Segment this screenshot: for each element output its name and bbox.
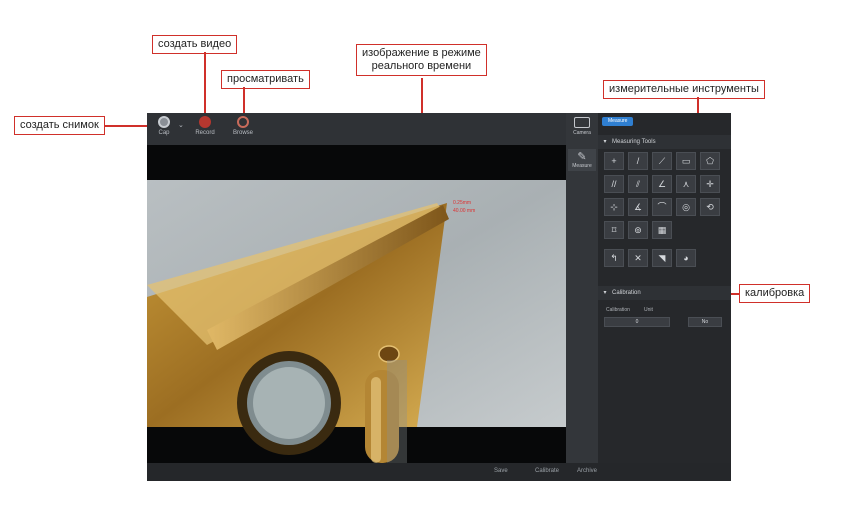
double-line-tool-button[interactable]: ⫽ xyxy=(628,175,648,193)
rotate-tool-button[interactable]: ⟲ xyxy=(700,198,720,216)
grid-tool-button[interactable]: ⊹ xyxy=(604,198,624,216)
browse-button[interactable]: Browse xyxy=(229,116,257,136)
callout-video-line xyxy=(204,52,206,116)
crosshair-icon: ✛ xyxy=(706,179,714,189)
panel-tag: Measure xyxy=(602,117,634,126)
callout-video: создать видео xyxy=(152,35,238,54)
double-line-icon: ⫽ xyxy=(635,179,640,189)
point-icon: + xyxy=(611,156,617,166)
angle-tool-button[interactable]: ∠ xyxy=(652,175,672,193)
bottom-bar: Save Calibrate Archive xyxy=(147,463,731,481)
arc-tool-button[interactable]: ⌒ xyxy=(652,198,672,216)
measure-tab-label: Measure xyxy=(572,163,592,169)
measuring-tools-header[interactable]: ▾ Measuring Tools xyxy=(598,135,731,149)
angle-icon: ∠ xyxy=(657,179,667,189)
callout-snapshot: создать снимок xyxy=(14,116,105,135)
polygon-tool-button[interactable]: ⬠ xyxy=(700,152,720,170)
circle-icon: ◎ xyxy=(682,202,690,212)
callout-live-image-line1: изображение в режиме xyxy=(362,47,481,59)
record-label: Record xyxy=(195,130,215,136)
browse-label: Browse xyxy=(232,130,253,136)
arc-angle-icon: ⋏ xyxy=(682,179,690,189)
app-window: Cap ⌄ Record Browse 0.25mm 40.00 mm Came… xyxy=(147,113,731,481)
point-tool-button[interactable]: + xyxy=(604,152,624,170)
callout-measuring-tools: измерительные инструменты xyxy=(603,80,765,99)
collapse-arrow-icon: ▾ xyxy=(603,290,607,296)
calibration-select[interactable]: No xyxy=(688,317,722,327)
record-button[interactable]: Record xyxy=(191,116,219,136)
table-tool-button[interactable]: ▦ xyxy=(652,221,672,239)
bottom-item-1[interactable]: Save xyxy=(494,468,508,474)
rectangle-icon: ▭ xyxy=(681,156,691,166)
angle-measure-tool-button[interactable]: ∡ xyxy=(628,198,648,216)
callout-calibration: калибровка xyxy=(739,284,811,303)
arc-icon: ⌒ xyxy=(657,202,667,212)
callout-browse: просматривать xyxy=(221,70,310,89)
polygon-icon: ⬠ xyxy=(706,156,714,166)
rectangle-tool-button[interactable]: ▭ xyxy=(676,152,696,170)
overlay-text-2: 40.00 mm xyxy=(453,208,476,214)
calibration-value-field[interactable]: 0 xyxy=(604,317,670,327)
top-toolbar: Cap ⌄ Record Browse xyxy=(147,113,566,145)
live-view[interactable]: 0.25mm 40.00 mm xyxy=(147,145,566,463)
camera-tab[interactable]: Camera xyxy=(568,117,596,136)
concentric-tool-button[interactable]: ⊚ xyxy=(628,221,648,239)
grid-icon: ⊹ xyxy=(610,202,618,212)
chevron-down-icon[interactable]: ⌄ xyxy=(178,121,184,129)
bottom-item-3[interactable]: Archive xyxy=(577,468,597,474)
table-icon: ▦ xyxy=(657,225,667,235)
camera-icon xyxy=(574,117,590,128)
side-strip: Camera ✎ Measure xyxy=(566,113,598,463)
calibration-title: Calibration xyxy=(612,290,641,296)
frame-icon: ⌑ xyxy=(611,225,617,235)
line-icon: / xyxy=(636,156,640,166)
crosshair-tool-button[interactable]: ✛ xyxy=(700,175,720,193)
fill-icon: ◥ xyxy=(658,253,666,263)
circle-tool-button[interactable]: ◎ xyxy=(676,198,696,216)
pointer-tool-button[interactable]: ↰ xyxy=(604,249,624,267)
live-image xyxy=(147,145,566,463)
pointer-icon: ↰ xyxy=(610,253,618,263)
color-tool-button[interactable]: ◕ xyxy=(676,249,696,267)
callout-live-image-line2: реального времени xyxy=(371,60,472,72)
record-icon xyxy=(199,116,211,128)
capture-button[interactable]: Cap xyxy=(150,116,178,136)
ruler-icon: ✎ xyxy=(577,151,587,163)
line-tool-button[interactable]: / xyxy=(628,152,648,170)
fill-tool-button[interactable]: ◥ xyxy=(652,249,672,267)
angle-measure-icon: ∡ xyxy=(633,202,643,212)
overlay-text-1: 0.25mm xyxy=(453,200,472,206)
frame-tool-button[interactable]: ⌑ xyxy=(604,221,624,239)
browse-icon xyxy=(237,116,249,128)
polyline-tool-button[interactable]: ⟋ xyxy=(652,152,672,170)
rotate-icon: ⟲ xyxy=(706,202,714,212)
delete-icon: ✕ xyxy=(634,253,642,263)
camera-tab-label: Camera xyxy=(573,130,591,136)
bottom-item-2[interactable]: Calibrate xyxy=(535,468,559,474)
calibration-field-label: Calibration xyxy=(606,307,630,313)
parallel-lines-icon: // xyxy=(611,179,617,189)
calibration-unit-label: Unit xyxy=(644,307,653,313)
color-icon: ◕ xyxy=(683,253,689,263)
concentric-icon: ⊚ xyxy=(634,225,642,235)
measure-panel: Measure ▾ Measuring Tools + / ⟋ ▭ ⬠ // ⫽ ∠ ⋏ ✛ ⊹ ∡ ⌒ ◎… xyxy=(598,113,731,463)
collapse-arrow-icon: ▾ xyxy=(603,139,607,145)
arc-angle-tool-button[interactable]: ⋏ xyxy=(676,175,696,193)
camera-shutter-icon xyxy=(158,116,170,128)
measuring-tools-title: Measuring Tools xyxy=(612,139,656,145)
capture-label: Cap xyxy=(158,130,170,136)
delete-tool-button[interactable]: ✕ xyxy=(628,249,648,267)
calibration-header[interactable]: ▾ Calibration xyxy=(598,286,731,300)
polyline-icon: ⟋ xyxy=(658,156,666,166)
parallel-lines-tool-button[interactable]: // xyxy=(604,175,624,193)
measure-tab[interactable]: ✎ Measure xyxy=(568,149,596,171)
callout-live-image: изображение в режиме реального времени xyxy=(356,44,487,76)
